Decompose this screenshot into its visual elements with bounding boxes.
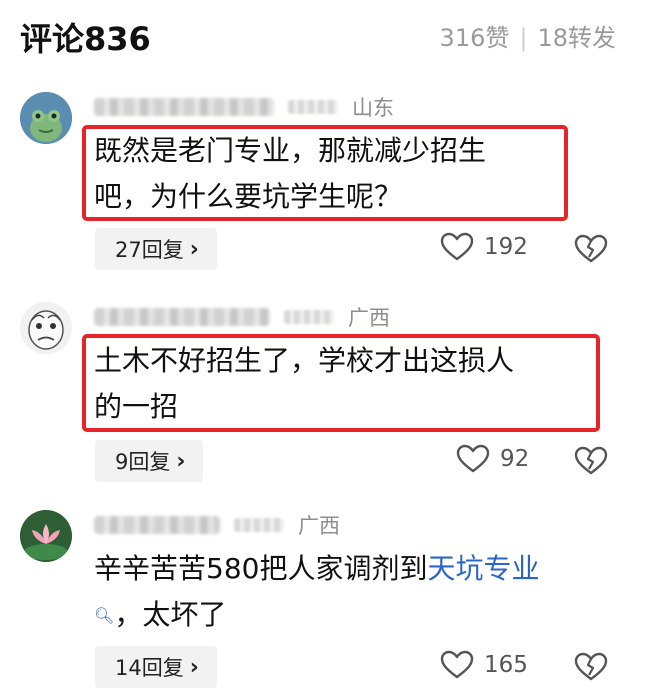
- likes-count[interactable]: 316赞: [440, 24, 510, 52]
- comments-title: 评论836: [20, 20, 151, 58]
- heart-icon: [440, 232, 474, 261]
- like-count: 92: [500, 446, 530, 472]
- comment-text: 既然是老门专业，那就减少招生 吧，为什么要坑学生呢？: [94, 128, 634, 220]
- chevron-right-icon: ›: [176, 448, 186, 474]
- username-blurred[interactable]: [94, 516, 220, 534]
- dislike-button[interactable]: [574, 446, 608, 480]
- comment-text-line: 既然是老门专业，那就减少招生: [94, 134, 487, 167]
- chevron-right-icon: ›: [189, 236, 199, 262]
- region-label: 广西: [348, 306, 390, 330]
- date-blurred: [284, 310, 334, 324]
- like-count: 192: [484, 234, 528, 260]
- replies-button[interactable]: 27回复 ›: [95, 228, 217, 270]
- broken-heart-icon: [574, 652, 608, 681]
- frog-avatar-icon[interactable]: [20, 92, 72, 144]
- comment-text: 辛辛苦苦580把人家调剂到天坑专业 🔍︎，太坏了: [94, 546, 634, 639]
- region-label: 山东: [352, 96, 394, 120]
- topic-link[interactable]: 天坑专业: [427, 552, 539, 585]
- like-button[interactable]: 165: [440, 650, 528, 680]
- comment-text-line: 辛辛苦苦580把人家调剂到天坑专业: [94, 546, 634, 592]
- comments-header: 评论836 316赞 | 18转发: [20, 14, 640, 58]
- heart-icon: [440, 650, 474, 679]
- broken-heart-icon: [574, 234, 608, 263]
- replies-count: 14回复: [115, 656, 184, 680]
- reposts-count[interactable]: 18转发: [537, 24, 616, 52]
- like-button[interactable]: 92: [456, 444, 529, 474]
- chevron-right-icon: ›: [189, 654, 199, 680]
- comment-meta: 广西: [94, 302, 390, 332]
- username-blurred[interactable]: [94, 308, 270, 326]
- broken-heart-icon: [574, 446, 608, 475]
- comment-meta: 广西: [94, 510, 340, 540]
- comment-text-line: 吧，为什么要坑学生呢？: [94, 180, 403, 213]
- meme-face-avatar-icon[interactable]: [20, 302, 72, 354]
- comment-text-line: 的一招: [94, 390, 179, 423]
- dislike-button[interactable]: [574, 652, 608, 686]
- dislike-button[interactable]: [574, 234, 608, 268]
- replies-count: 27回复: [115, 238, 184, 262]
- comment-text-segment: 辛辛苦苦580把人家调剂到: [94, 552, 428, 585]
- comment-text-line: 土木不好招生了，学校才出这损人: [94, 344, 515, 377]
- replies-button[interactable]: 14回复 ›: [95, 646, 217, 688]
- post-stats: 316赞 | 18转发: [440, 18, 616, 53]
- search-icon[interactable]: 🔍︎: [94, 606, 114, 625]
- like-button[interactable]: 192: [440, 232, 528, 262]
- like-count: 165: [484, 652, 528, 678]
- date-blurred: [234, 518, 284, 532]
- heart-icon: [456, 444, 490, 473]
- username-blurred[interactable]: [94, 98, 274, 116]
- date-blurred: [288, 100, 338, 114]
- comment-text-segment: ，太坏了: [114, 598, 227, 631]
- stats-separator: |: [519, 24, 528, 52]
- comment-meta: 山东: [94, 92, 394, 122]
- comment-text: 土木不好招生了，学校才出这损人 的一招: [94, 338, 634, 430]
- replies-button[interactable]: 9回复 ›: [95, 440, 204, 482]
- replies-count: 9回复: [115, 450, 171, 474]
- region-label: 广西: [298, 514, 340, 538]
- lotus-avatar-icon[interactable]: [20, 510, 72, 562]
- comment-text-line: 🔍︎，太坏了: [94, 592, 634, 639]
